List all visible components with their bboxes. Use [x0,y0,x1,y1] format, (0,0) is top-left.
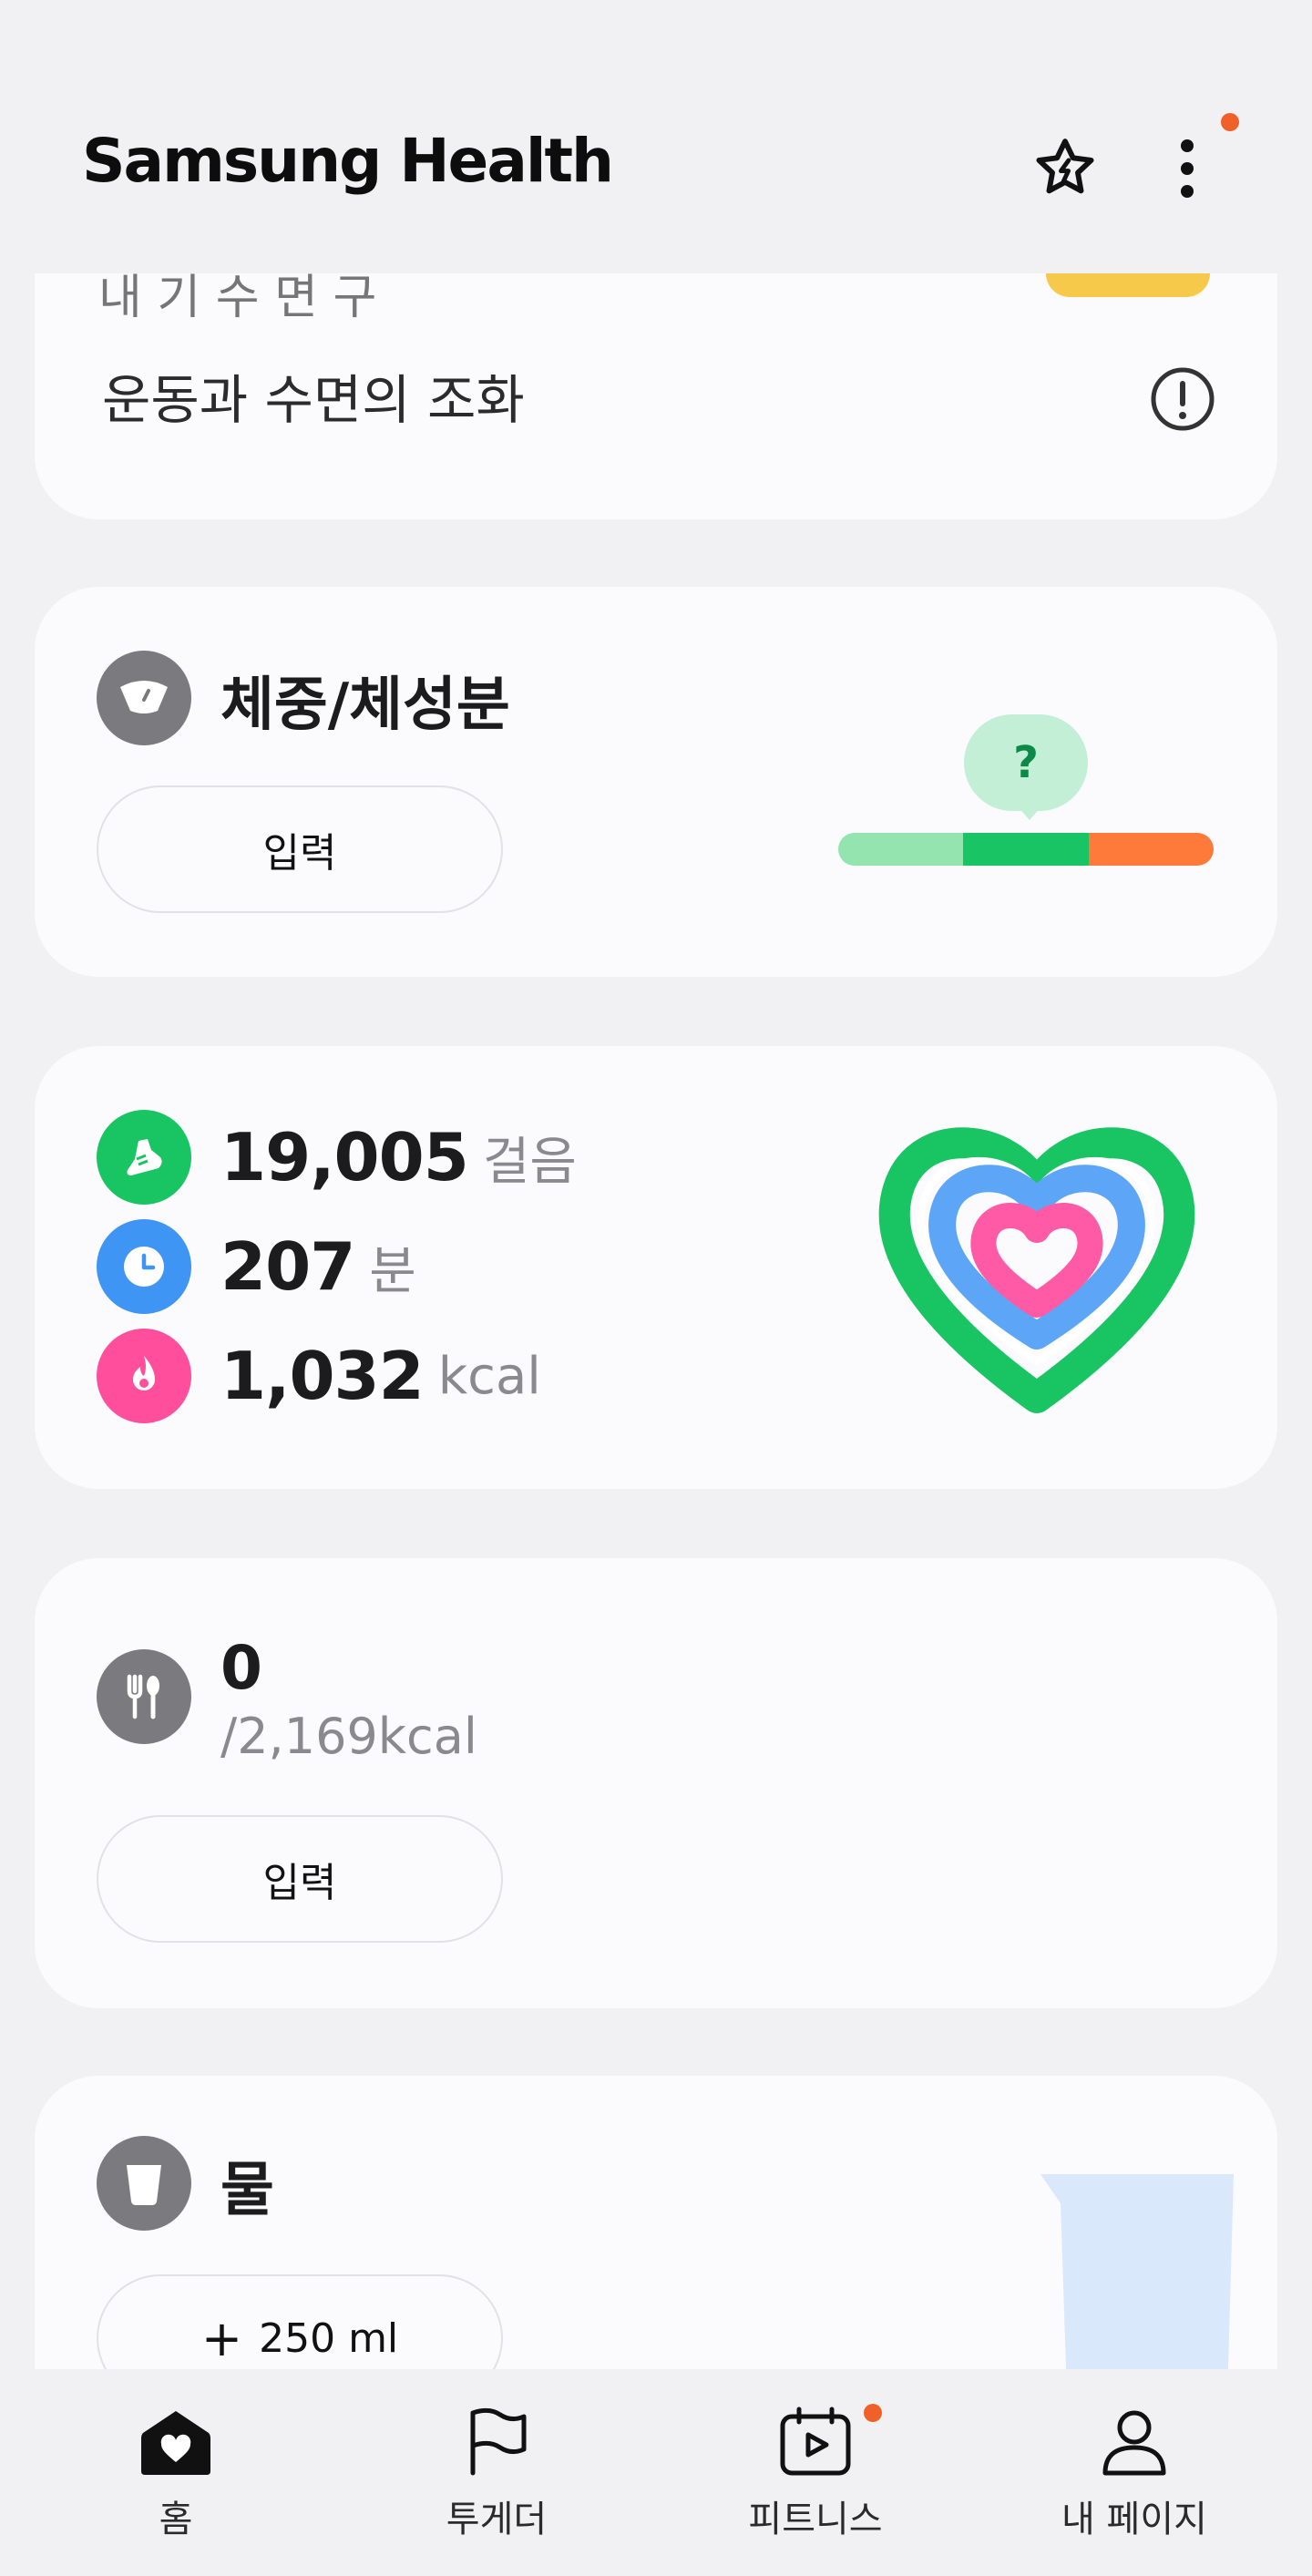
app-title: Samsung Health [82,126,614,196]
calories-value: 1,032 [220,1338,425,1414]
shoe-icon [127,1139,162,1175]
calories-icon-circle [97,1329,191,1423]
activity-card[interactable]: 19,005 걸음 207 분 1,032 kcal [35,1046,1277,1489]
together-label: 운동과 수면의 조화 [102,369,525,431]
activity-rings-heart [878,1127,1195,1413]
steps-value: 19,005 [220,1119,469,1196]
steps-icon-circle [97,1110,191,1205]
fitness-notification-dot [864,2404,882,2422]
food-input-button[interactable]: 입력 [97,1815,503,1943]
sun-illustration [1046,273,1210,297]
water-icon-circle [97,2136,191,2231]
flag-icon [470,2407,527,2476]
nav-my-page[interactable]: 내 페이지 [1016,2406,1253,2561]
bmi-bubble-pointer [1017,806,1042,820]
water-title: 물 [220,2157,274,2224]
add-water-label: 250 ml [259,2314,399,2362]
scale-icon [120,681,168,713]
calories-row: 1,032 kcal [97,1329,541,1423]
food-calories-value: 0 [220,1633,262,1703]
bmi-scale-bar [838,833,1214,866]
app-bar: Samsung Health [0,0,1312,273]
home-heart-icon [141,2411,210,2475]
bmi-segment-normal [963,833,1089,866]
nav-together-label: 투게더 [446,2499,548,2540]
bmi-bubble: ? [964,714,1088,811]
nav-together[interactable]: 투게더 [378,2406,615,2561]
water-glass-illustration [1040,2174,1234,2375]
cup-icon [127,2165,161,2205]
food-card[interactable]: 0 /2,169kcal 입력 [35,1558,1277,2008]
steps-unit: 걸음 [482,1132,577,1192]
active-minutes-row: 207 분 [97,1219,416,1314]
fork-spoon-icon [127,1674,159,1719]
food-calories-goal: /2,169kcal [220,1708,477,1765]
more-options-button[interactable] [1146,128,1228,210]
minutes-value: 207 [220,1228,355,1305]
weight-input-button[interactable]: 입력 [97,785,503,913]
bottom-navigation: 홈 투게더 피트니스 내 페이지 [0,2369,1312,2576]
steps-row: 19,005 걸음 [97,1110,577,1205]
plus-icon: + [200,2309,243,2367]
nav-home[interactable]: 홈 [57,2406,294,2561]
fitness-play-icon [780,2407,851,2476]
flame-icon [133,1356,155,1391]
weight-title: 체중/체성분 [220,672,510,739]
minutes-unit: 분 [369,1241,416,1301]
food-icon-circle [97,1649,191,1744]
calories-unit: kcal [437,1346,541,1406]
nav-home-label: 홈 [159,2499,193,2540]
nav-my-page-label: 내 페이지 [1061,2499,1207,2540]
bmi-segment-high [1088,833,1214,866]
star-icon [1036,139,1094,194]
more-vertical-icon [1181,139,1194,198]
info-button[interactable] [1146,363,1219,436]
bmi-segment-low [838,833,964,866]
clock-icon [124,1247,164,1287]
person-icon [1102,2410,1166,2476]
favorites-button[interactable] [1024,128,1106,210]
info-icon [1151,367,1215,431]
nav-fitness[interactable]: 피트니스 [697,2406,934,2561]
minutes-icon-circle [97,1219,191,1314]
notification-dot [1221,113,1239,131]
weight-card[interactable]: 체중/체성분 입력 ? [35,587,1277,977]
scale-icon-circle [97,651,191,745]
nav-fitness-label: 피트니스 [748,2499,883,2540]
